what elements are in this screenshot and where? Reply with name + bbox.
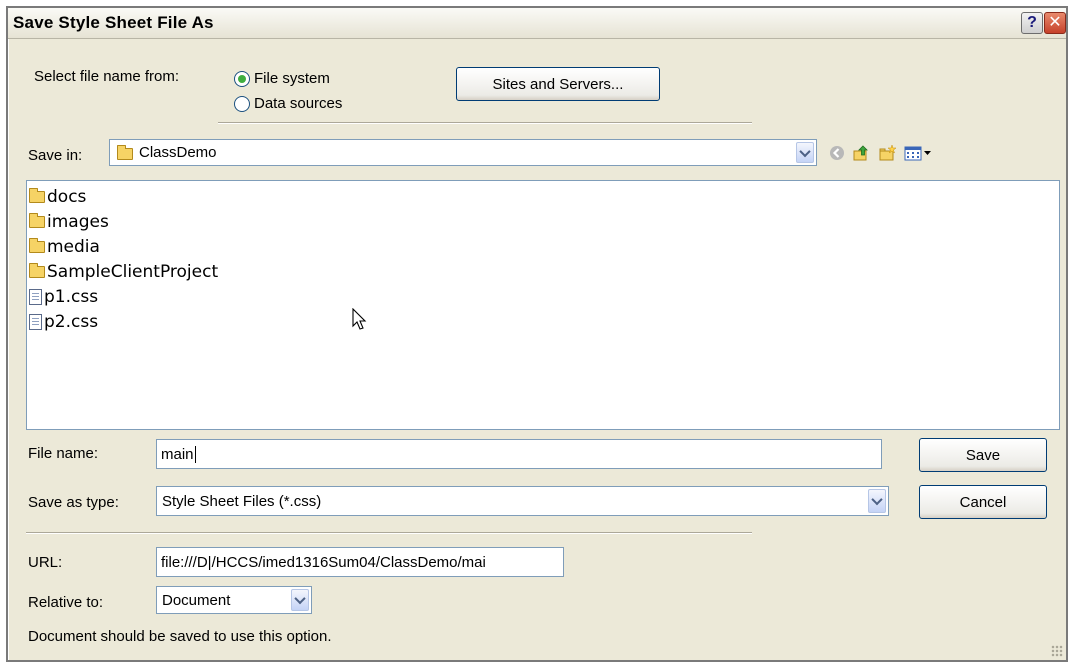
- relative-note: Document should be saved to use this opt…: [28, 628, 332, 645]
- folder-icon: [29, 238, 45, 253]
- url-label: URL:: [28, 554, 63, 571]
- file-name: p1.css: [44, 287, 99, 307]
- folder-icon: [29, 263, 45, 278]
- relative-to-value: Document: [162, 591, 231, 609]
- resize-grip-icon[interactable]: [1051, 645, 1063, 657]
- back-icon[interactable]: [828, 144, 846, 162]
- save-in-value: ClassDemo: [139, 144, 217, 161]
- list-item[interactable]: media: [29, 237, 100, 257]
- url-field[interactable]: file:///D|/HCCS/imed1316Sum04/ClassDemo/…: [156, 547, 564, 577]
- chevron-down-icon: [871, 493, 883, 506]
- radio-file-system-label: File system: [254, 70, 330, 87]
- relative-to-dropdown-arrow[interactable]: [291, 589, 309, 611]
- file-list[interactable]: docs images media SampleClientProject p1…: [26, 180, 1060, 430]
- file-name: docs: [47, 187, 87, 207]
- folder-icon: [29, 188, 45, 203]
- save-button[interactable]: Save: [919, 438, 1047, 472]
- help-button[interactable]: ?: [1021, 12, 1043, 34]
- dialog-title: Save Style Sheet File As: [13, 13, 214, 32]
- folder-icon: [117, 145, 133, 160]
- view-menu-icon[interactable]: [904, 144, 932, 162]
- up-folder-icon[interactable]: [852, 144, 870, 162]
- cancel-button[interactable]: Cancel: [919, 485, 1047, 519]
- save-in-combo[interactable]: ClassDemo: [109, 139, 817, 166]
- file-name: SampleClientProject: [47, 262, 219, 282]
- folder-icon: [29, 213, 45, 228]
- relative-to-label: Relative to:: [28, 594, 104, 611]
- sites-and-servers-button[interactable]: Sites and Servers...: [456, 67, 660, 101]
- list-item[interactable]: images: [29, 212, 109, 232]
- list-item[interactable]: docs: [29, 187, 86, 207]
- select-source-label: Select file name from:: [34, 68, 180, 85]
- save-as-type-label: Save as type:: [28, 494, 119, 511]
- file-name: p2.css: [44, 312, 99, 332]
- radio-data-sources-label: Data sources: [254, 95, 343, 112]
- radio-indicator[interactable]: [234, 70, 250, 87]
- list-item[interactable]: SampleClientProject: [29, 262, 218, 282]
- url-value: file:///D|/HCCS/imed1316Sum04/ClassDemo/…: [161, 553, 486, 571]
- save-in-dropdown-arrow[interactable]: [796, 142, 814, 163]
- new-folder-icon[interactable]: [878, 144, 896, 162]
- file-name-input[interactable]: main: [156, 439, 882, 469]
- mouse-cursor-icon: [352, 308, 367, 330]
- list-item[interactable]: p1.css: [29, 287, 98, 307]
- chevron-down-icon: [294, 592, 306, 605]
- save-dialog: Save Style Sheet File As ? ✕ Select file…: [6, 6, 1068, 662]
- radio-file-system[interactable]: File system: [234, 70, 330, 87]
- separator: [26, 532, 752, 534]
- close-button[interactable]: ✕: [1044, 12, 1066, 34]
- title-bar[interactable]: Save Style Sheet File As ? ✕: [8, 8, 1066, 39]
- list-item[interactable]: p2.css: [29, 312, 98, 332]
- save-in-label: Save in:: [28, 147, 83, 164]
- save-as-type-dropdown-arrow[interactable]: [868, 489, 886, 513]
- separator: [218, 122, 752, 124]
- file-name: media: [47, 237, 100, 257]
- file-name-value: main: [161, 445, 194, 463]
- text-caret: [194, 445, 196, 463]
- chevron-down-icon: [799, 145, 811, 157]
- save-as-type-value: Style Sheet Files (*.css): [162, 492, 322, 510]
- file-name: images: [47, 212, 109, 232]
- radio-data-sources[interactable]: Data sources: [234, 95, 342, 112]
- relative-to-select[interactable]: Document: [156, 586, 312, 614]
- css-file-icon: [29, 314, 42, 330]
- save-as-type-select[interactable]: Style Sheet Files (*.css): [156, 486, 889, 516]
- file-name-label: File name:: [28, 445, 99, 462]
- css-file-icon: [29, 289, 42, 305]
- radio-indicator[interactable]: [234, 95, 250, 112]
